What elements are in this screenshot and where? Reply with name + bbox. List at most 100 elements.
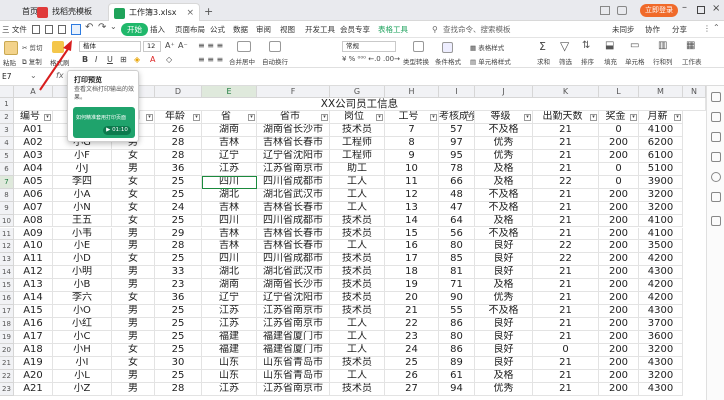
table-cell[interactable]: 湖南: [202, 279, 257, 293]
table-cell[interactable]: 4100: [639, 227, 683, 241]
sidebar-more-icon[interactable]: [711, 216, 721, 226]
table-cell[interactable]: 4200: [639, 253, 683, 267]
table-cell[interactable]: 19: [385, 279, 439, 293]
table-cell[interactable]: 21: [533, 214, 599, 228]
worksheet-icon[interactable]: ▦: [686, 40, 695, 51]
table-cell[interactable]: 4100: [639, 214, 683, 228]
table-cell[interactable]: 男: [112, 369, 155, 383]
table-cell[interactable]: 女: [112, 357, 155, 370]
name-box[interactable]: E7: [2, 71, 28, 83]
table-cell[interactable]: 21: [533, 382, 599, 396]
table-cell[interactable]: 小J: [53, 162, 112, 176]
table-cell[interactable]: 男: [112, 162, 155, 176]
table-cell[interactable]: 良好: [475, 344, 533, 357]
border-icon[interactable]: ⊞: [120, 55, 127, 64]
menu-dev-tools[interactable]: 开发工具: [305, 23, 335, 36]
font-shrink-icon[interactable]: A⁻: [178, 41, 188, 50]
column-header-j[interactable]: J: [475, 86, 533, 98]
table-cell[interactable]: 47: [439, 201, 475, 215]
table-cell[interactable]: 小C: [53, 331, 112, 345]
column-header-e[interactable]: E: [202, 86, 257, 98]
table-cell[interactable]: 4300: [639, 382, 683, 396]
filter-dropdown-icon[interactable]: ▾: [466, 113, 473, 121]
row-col-icon[interactable]: ▥: [658, 40, 667, 51]
table-cell[interactable]: A07: [14, 201, 53, 215]
table-cell[interactable]: 小F: [53, 149, 112, 163]
underline-icon[interactable]: U: [107, 55, 113, 64]
tab-workbook[interactable]: 工作簿3.xlsx ×: [108, 3, 200, 21]
table-cell[interactable]: A18: [14, 344, 53, 357]
table-cell[interactable]: 200: [599, 149, 639, 163]
table-cell[interactable]: 25: [155, 188, 202, 202]
table-cell[interactable]: 吉林: [202, 227, 257, 241]
table-cell[interactable]: 及格: [475, 162, 533, 176]
share-button[interactable]: 分享: [672, 23, 687, 36]
fill-button[interactable]: 填充: [604, 56, 617, 66]
filter-dropdown-icon[interactable]: ▾: [321, 113, 328, 121]
table-cell[interactable]: 工人: [330, 344, 385, 357]
worksheet-button[interactable]: 工作表: [682, 56, 702, 66]
table-cell[interactable]: 86: [439, 344, 475, 357]
font-family-select[interactable]: 楷体: [79, 41, 141, 52]
table-cell[interactable]: 工人: [330, 201, 385, 215]
format-painter-icon[interactable]: [52, 41, 64, 53]
table-cell[interactable]: 3500: [639, 240, 683, 254]
column-header-m[interactable]: M: [639, 86, 683, 98]
table-cell[interactable]: 200: [599, 369, 639, 383]
table-cell[interactable]: 小红: [53, 318, 112, 332]
table-cell[interactable]: 工人: [330, 175, 385, 189]
cell-icon[interactable]: ▭: [630, 40, 639, 51]
table-cell[interactable]: A09: [14, 227, 53, 241]
filter-dropdown-icon[interactable]: ▾: [524, 113, 531, 121]
table-cell[interactable]: 89: [439, 357, 475, 370]
table-cell[interactable]: 4200: [639, 292, 683, 306]
row-header[interactable]: 23: [0, 382, 14, 396]
table-cell[interactable]: 辽宁省沈阳市: [257, 149, 330, 163]
table-cell[interactable]: 11: [385, 175, 439, 189]
table-cell[interactable]: 技术员: [330, 292, 385, 306]
table-cell[interactable]: 四川省成都市: [257, 253, 330, 267]
close-window-button[interactable]: ×: [712, 3, 720, 14]
filter-dropdown-icon[interactable]: ▾: [630, 113, 637, 121]
row-header[interactable]: 22: [0, 369, 14, 383]
table-cell[interactable]: 200: [599, 331, 639, 345]
row-header[interactable]: 11: [0, 227, 14, 241]
table-cell[interactable]: 及格: [475, 369, 533, 383]
table-cell[interactable]: 辽宁省沈阳市: [257, 292, 330, 306]
table-cell[interactable]: 工人: [330, 331, 385, 345]
font-size-select[interactable]: 12: [143, 41, 161, 52]
minimize-button[interactable]: –: [682, 2, 687, 13]
video-duration[interactable]: ▶ 01:10: [103, 126, 131, 135]
paste-label[interactable]: 粘贴: [3, 57, 16, 67]
table-cell[interactable]: 61: [439, 369, 475, 383]
table-cell[interactable]: 23: [385, 331, 439, 345]
table-cell[interactable]: 湖北省武汉市: [257, 266, 330, 280]
table-cell[interactable]: 小L: [53, 369, 112, 383]
table-cell[interactable]: 湖北省武汉市: [257, 188, 330, 202]
table-cell[interactable]: 27: [385, 382, 439, 396]
row-header[interactable]: 2: [0, 110, 14, 124]
table-cell[interactable]: 女: [112, 344, 155, 357]
table-cell[interactable]: 工人: [330, 369, 385, 383]
table-cell[interactable]: A04: [14, 162, 53, 176]
table-cell[interactable]: 辽宁: [202, 149, 257, 163]
row-header[interactable]: 1: [0, 98, 14, 111]
table-cell[interactable]: 20: [385, 292, 439, 306]
table-cell[interactable]: A17: [14, 331, 53, 345]
table-cell[interactable]: 80: [439, 331, 475, 345]
filter-dropdown-icon[interactable]: ▾: [193, 113, 200, 121]
table-cell[interactable]: 小明: [53, 266, 112, 280]
row-header[interactable]: 4: [0, 136, 14, 150]
table-cell[interactable]: 女: [112, 188, 155, 202]
redo-icon[interactable]: ↷: [98, 22, 106, 33]
table-cell[interactable]: 0: [599, 162, 639, 176]
table-cell[interactable]: 男: [112, 331, 155, 345]
table-cell[interactable]: 小I: [53, 357, 112, 370]
collab-button[interactable]: 协作: [645, 23, 660, 36]
table-cell[interactable]: 25: [155, 369, 202, 383]
column-header-n[interactable]: N: [683, 86, 706, 98]
column-header-d[interactable]: D: [155, 86, 202, 98]
table-cell[interactable]: 90: [439, 292, 475, 306]
wrap-text-icon[interactable]: [269, 41, 281, 52]
table-cell[interactable]: 江苏省南京市: [257, 318, 330, 332]
